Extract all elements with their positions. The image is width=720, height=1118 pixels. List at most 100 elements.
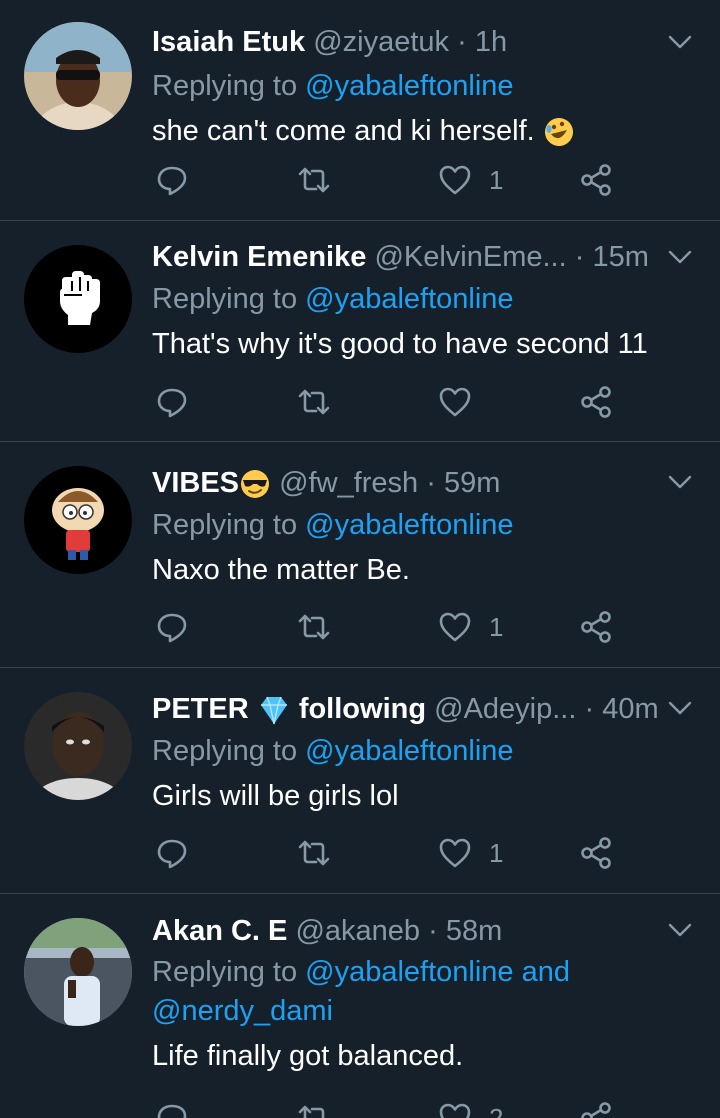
tweet-item[interactable]: Isaiah Etuk @ziyaetuk · 1h Replying to @… — [0, 0, 720, 221]
retweet-button[interactable] — [296, 380, 348, 424]
mention-link[interactable]: @yabaleftonline — [305, 70, 513, 102]
tweet-text: she can't come and ki herself. — [152, 111, 575, 151]
user-handle[interactable]: @Adeyip... — [434, 693, 576, 725]
retweet-icon — [298, 1105, 325, 1118]
reply-icon — [157, 166, 187, 196]
user-handle[interactable]: @KelvinEme... — [374, 241, 566, 273]
share-icon — [581, 611, 611, 643]
avatar[interactable] — [24, 918, 132, 1026]
retweet-icon — [298, 389, 330, 415]
user-handle[interactable]: @fw_fresh — [279, 467, 418, 499]
share-button[interactable] — [578, 605, 614, 649]
timestamp[interactable]: 15m — [592, 241, 648, 273]
like-button[interactable] — [437, 380, 489, 424]
separator-dot: · — [457, 26, 467, 58]
retweet-button[interactable] — [296, 1096, 348, 1118]
replying-to-label: Replying to — [152, 509, 298, 541]
display-name[interactable]: VIBES — [152, 467, 239, 499]
replying-to-line: Replying to @yabaleftonline — [152, 505, 514, 545]
share-button[interactable] — [578, 158, 614, 202]
mention-link[interactable]: @yabaleftonline — [305, 735, 513, 767]
heart-icon — [439, 612, 471, 642]
like-button[interactable]: 2 — [437, 1096, 503, 1118]
reply-button[interactable] — [154, 605, 206, 649]
reply-button[interactable] — [154, 380, 206, 424]
replying-to-label: Replying to — [152, 70, 298, 102]
rofl-emoji-icon — [544, 118, 573, 147]
replying-to-label: Replying to — [152, 735, 298, 767]
share-button[interactable] — [578, 1096, 614, 1118]
share-button[interactable] — [578, 380, 614, 424]
separator-dot: · — [584, 693, 595, 725]
avatar[interactable] — [24, 245, 132, 353]
timestamp[interactable]: 40m — [602, 693, 658, 725]
user-handle[interactable]: @ziyaetuk — [313, 26, 449, 58]
like-count: 1 — [489, 611, 504, 642]
replying-to-line: Replying to @yabaleftonline — [152, 731, 514, 771]
separator-dot: · — [574, 241, 585, 273]
replying-to-label: Replying to — [152, 956, 298, 988]
tweet-text: That's why it's good to have second 11 — [152, 328, 648, 360]
display-name[interactable]: Kelvin Emenike — [152, 241, 366, 273]
sunglasses-emoji-icon — [241, 470, 270, 499]
tweet-text-content: she can't come and ki herself. — [152, 115, 535, 147]
following-label: following — [298, 693, 427, 725]
tweet-text: Girls will be girls lol — [152, 780, 399, 812]
reply-icon — [157, 1104, 187, 1118]
display-name[interactable]: PETER — [152, 693, 249, 725]
replying-to-label: Replying to — [152, 283, 298, 315]
timestamp[interactable]: 59m — [444, 467, 500, 499]
like-button[interactable]: 1 — [437, 605, 503, 649]
avatar[interactable] — [24, 22, 132, 130]
reply-button[interactable] — [154, 1096, 206, 1118]
retweet-icon — [298, 840, 330, 866]
heart-icon — [439, 1103, 471, 1118]
separator-dot: · — [426, 467, 436, 499]
retweet-button[interactable] — [296, 605, 348, 649]
display-name[interactable]: Isaiah Etuk — [152, 26, 305, 58]
chevron-down-icon[interactable] — [666, 243, 694, 271]
user-handle[interactable]: @akaneb — [295, 915, 420, 947]
like-button[interactable]: 1 — [437, 158, 503, 202]
share-icon — [581, 386, 611, 418]
display-name[interactable]: Akan C. E — [152, 915, 287, 947]
tweet-header: Akan C. E @akaneb · 58m — [152, 911, 660, 951]
replying-to-line-2: @nerdy_dami — [152, 991, 333, 1031]
tweet-actions: 1 — [0, 605, 720, 649]
tweet-item[interactable]: Akan C. E @akaneb · 58m Replying to @yab… — [0, 894, 720, 1118]
chevron-down-icon[interactable] — [666, 916, 694, 944]
reply-icon — [157, 388, 187, 418]
tweet-feed: Isaiah Etuk @ziyaetuk · 1h Replying to @… — [0, 0, 720, 1118]
tweet-item[interactable]: Kelvin Emenike @KelvinEme... · 15m Reply… — [0, 221, 720, 442]
mention-link[interactable]: @nerdy_dami — [152, 995, 333, 1027]
retweet-button[interactable] — [296, 831, 348, 875]
mention-link[interactable]: @yabaleftonline — [305, 283, 513, 315]
chevron-down-icon[interactable] — [666, 694, 694, 722]
like-count: 2 — [489, 1102, 504, 1118]
tweet-actions: 1 — [0, 158, 720, 202]
tweet-header: VIBES @fw_fresh · 59m — [152, 463, 660, 503]
timestamp[interactable]: 58m — [446, 915, 502, 947]
heart-icon — [439, 838, 471, 868]
share-icon — [581, 837, 611, 869]
like-count: 1 — [489, 164, 504, 195]
mention-link[interactable]: @yabaleftonline — [305, 509, 513, 541]
mention-link[interactable]: @yabaleftonline and — [305, 956, 570, 988]
tweet-actions: 2 — [0, 1096, 720, 1118]
like-button[interactable]: 1 — [437, 831, 503, 875]
chevron-down-icon[interactable] — [666, 468, 694, 496]
tweet-text: Life finally got balanced. — [152, 1040, 464, 1072]
avatar[interactable] — [24, 692, 132, 800]
tweet-item[interactable]: VIBES @fw_fresh · 59m Replying to @yabal… — [0, 442, 720, 668]
tweet-text: Naxo the matter Be. — [152, 554, 410, 586]
reply-button[interactable] — [154, 158, 206, 202]
reply-button[interactable] — [154, 831, 206, 875]
heart-icon — [439, 387, 471, 417]
tweet-item[interactable]: PETER following @Adeyip... · 40m Replyin… — [0, 668, 720, 894]
share-button[interactable] — [578, 831, 614, 875]
retweet-button[interactable] — [296, 158, 348, 202]
avatar[interactable] — [24, 466, 132, 574]
reply-icon — [157, 839, 187, 869]
timestamp[interactable]: 1h — [475, 26, 507, 58]
chevron-down-icon[interactable] — [666, 28, 694, 56]
